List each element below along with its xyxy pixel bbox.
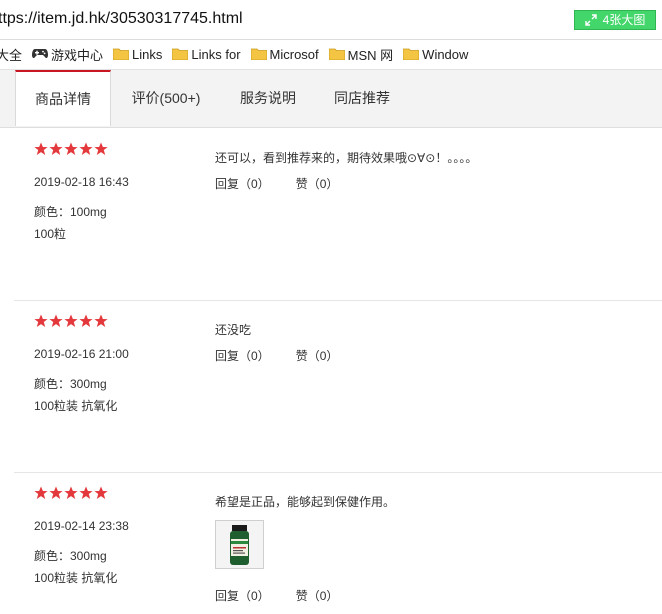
star-rating [34,314,108,328]
star-icon [94,486,108,499]
star-icon [49,486,63,499]
review-color: 颜色：300mg [34,377,107,391]
reply-button[interactable]: 回复（0） [215,175,270,192]
bookmark-label: Microsof [269,47,319,62]
review-spec: 100粒装 抗氧化 [34,571,118,585]
badge-label: 4张大图 [602,13,646,27]
bookmark-label: Window [422,47,469,62]
star-icon [64,314,78,327]
folder-icon [402,47,422,63]
review-list: 2019-02-18 16:43 颜色：100mg 100粒 还可以，看到推荐来… [0,128,662,614]
like-button[interactable]: 赞（0） [296,347,339,364]
tab-label: 商品详情 [35,91,91,107]
bookmark-label: 大全 [0,48,23,63]
bookmark-label: 游戏中心 [51,48,104,63]
bookmark-label: Links [132,47,163,62]
star-icon [79,314,93,327]
bookmark-item[interactable]: Links [112,47,163,63]
star-icon [64,142,78,155]
product-tabs: 商品详情 评价(500+) 服务说明 同店推荐 [0,70,662,128]
bookmark-item[interactable]: 大全 [0,45,22,64]
like-button[interactable]: 赞（0） [296,587,339,604]
expand-icon [584,14,597,26]
review-actions: 回复（0） 赞（0） [215,587,338,604]
reply-button[interactable]: 回复（0） [215,347,270,364]
gamepad-icon [32,47,51,62]
star-icon [79,142,93,155]
star-icon [49,142,63,155]
bookmark-item[interactable]: MSN 网 [328,45,394,64]
tab-product-details[interactable]: 商品详情 [15,70,111,126]
star-icon [49,314,63,327]
bookmark-label: MSN 网 [347,48,394,63]
star-icon [34,314,48,327]
tab-service[interactable]: 服务说明 [220,70,316,127]
like-button[interactable]: 赞（0） [296,175,339,192]
tab-label: 同店推荐 [334,90,390,106]
large-image-badge[interactable]: 4张大图 [574,10,656,30]
star-icon [94,142,108,155]
product-bottle-image [216,521,263,568]
bookmark-item[interactable]: Microsof [250,47,319,63]
bookmark-item[interactable]: 游戏中心 [32,45,103,64]
tab-label: 评价(500+) [131,90,201,106]
review-date: 2019-02-14 23:38 [34,519,129,533]
folder-icon [171,47,191,63]
review-date: 2019-02-16 21:00 [34,347,129,361]
star-icon [94,314,108,327]
folder-icon [112,47,132,63]
review-text: 希望是正品，能够起到保健作用。 [215,495,396,509]
bookmark-label: Links for [191,47,241,62]
star-icon [64,486,78,499]
review-color: 颜色：300mg [34,549,107,563]
review-item: 2019-02-14 23:38 颜色：300mg 100粒装 抗氧化 希望是正… [14,472,662,614]
review-text: 还可以，看到推荐来的，期待效果哦⊙∀⊙！。。。。 [215,151,478,165]
review-item: 2019-02-16 21:00 颜色：300mg 100粒装 抗氧化 还没吃 … [14,300,662,473]
review-actions: 回复（0） 赞（0） [215,347,338,364]
bookmark-item[interactable]: Links for [171,47,241,63]
review-actions: 回复（0） 赞（0） [215,175,338,192]
review-date: 2019-02-18 16:43 [34,175,129,189]
bookmark-item[interactable]: Window [402,47,469,63]
star-rating [34,142,108,156]
tab-label: 服务说明 [240,90,296,106]
folder-icon [250,47,270,63]
tab-reviews[interactable]: 评价(500+) [118,70,214,127]
folder-icon [328,47,348,63]
tab-store-recommend[interactable]: 同店推荐 [314,70,410,127]
review-text: 还没吃 [215,323,252,337]
star-icon [79,486,93,499]
review-item: 2019-02-18 16:43 颜色：100mg 100粒 还可以，看到推荐来… [14,128,662,301]
review-spec: 100粒 [34,227,67,241]
star-icon [34,486,48,499]
address-bar[interactable]: ttps://item.jd.hk/30530317745.html 4张大图 [0,0,662,40]
reply-button[interactable]: 回复（0） [215,587,270,604]
review-image-thumbnail[interactable] [215,520,264,569]
review-spec: 100粒装 抗氧化 [34,399,118,413]
star-icon [34,142,48,155]
review-color: 颜色：100mg [34,205,107,219]
star-rating [34,486,108,500]
url-text[interactable]: ttps://item.jd.hk/30530317745.html [0,10,243,28]
bookmarks-bar: 大全 游戏中心 Links Links for Microsof [0,40,662,70]
